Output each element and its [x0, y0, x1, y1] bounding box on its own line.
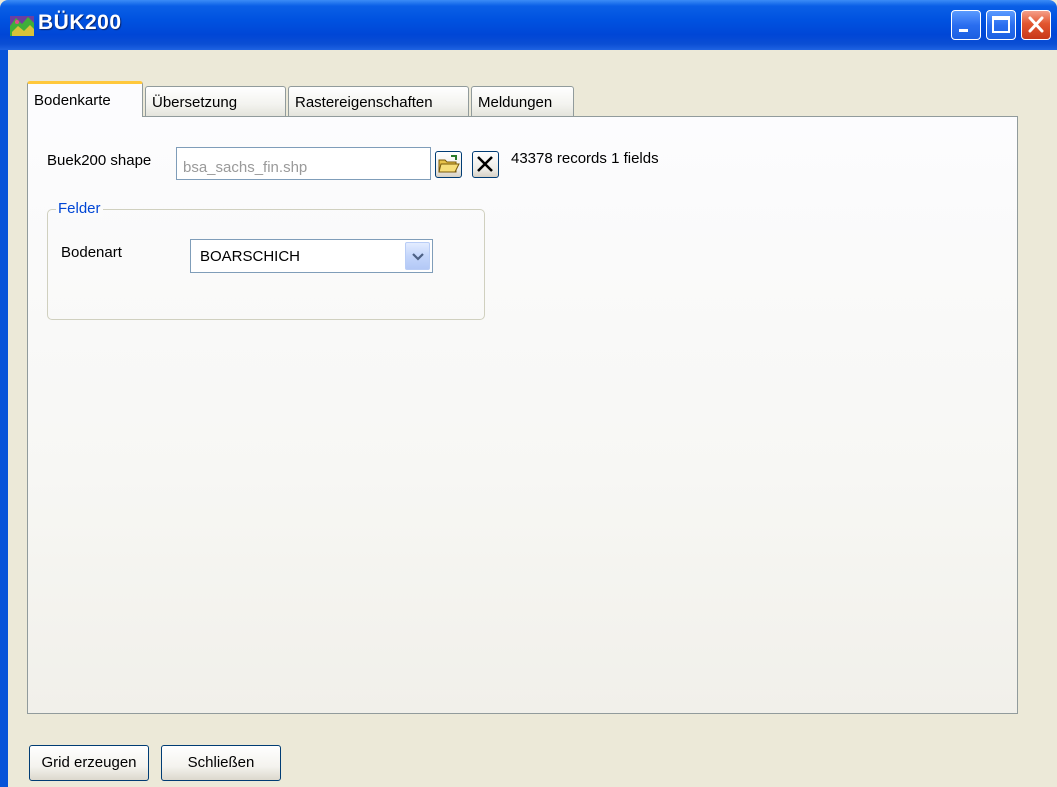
tab-panel-bodenkarte	[27, 116, 1018, 714]
records-info: 43378 records 1 fields	[511, 150, 659, 167]
dropdown-button[interactable]	[405, 242, 430, 270]
minimize-button[interactable]	[951, 10, 981, 40]
tab-uebersetzung[interactable]: Übersetzung	[145, 86, 286, 116]
close-icon	[1028, 16, 1044, 33]
close-x-icon	[477, 156, 493, 172]
minimize-icon	[959, 29, 968, 32]
folder-open-icon	[438, 155, 460, 173]
tab-rastereigenschaften[interactable]: Rastereigenschaften	[288, 86, 469, 116]
shape-label: Buek200 shape	[47, 152, 152, 169]
maximize-button[interactable]	[986, 10, 1016, 40]
clear-shape-button[interactable]	[472, 151, 499, 178]
bodenart-select[interactable]: BOARSCHICH	[190, 239, 433, 273]
open-shape-button[interactable]	[435, 151, 462, 178]
bodenart-label: Bodenart	[61, 244, 122, 261]
chevron-down-icon	[412, 253, 424, 261]
maximize-icon	[992, 16, 1010, 33]
tab-bodenkarte[interactable]: Bodenkarte	[27, 81, 143, 117]
bodenart-select-value: BOARSCHICH	[200, 248, 301, 265]
schliessen-button[interactable]: Schließen	[161, 745, 281, 781]
title-bar[interactable]: BÜK200	[0, 0, 1057, 50]
window-frame-left	[0, 50, 8, 787]
tab-meldungen[interactable]: Meldungen	[471, 86, 574, 116]
app-icon	[10, 14, 34, 38]
window-title: BÜK200	[38, 11, 122, 34]
close-window-button[interactable]	[1021, 10, 1051, 40]
shape-file-field[interactable]	[176, 147, 431, 180]
felder-legend: Felder	[56, 200, 103, 217]
app-window: BÜK200 Bodenkarte Übersetzung Rastereige…	[0, 0, 1057, 787]
grid-erzeugen-button[interactable]: Grid erzeugen	[29, 745, 149, 781]
